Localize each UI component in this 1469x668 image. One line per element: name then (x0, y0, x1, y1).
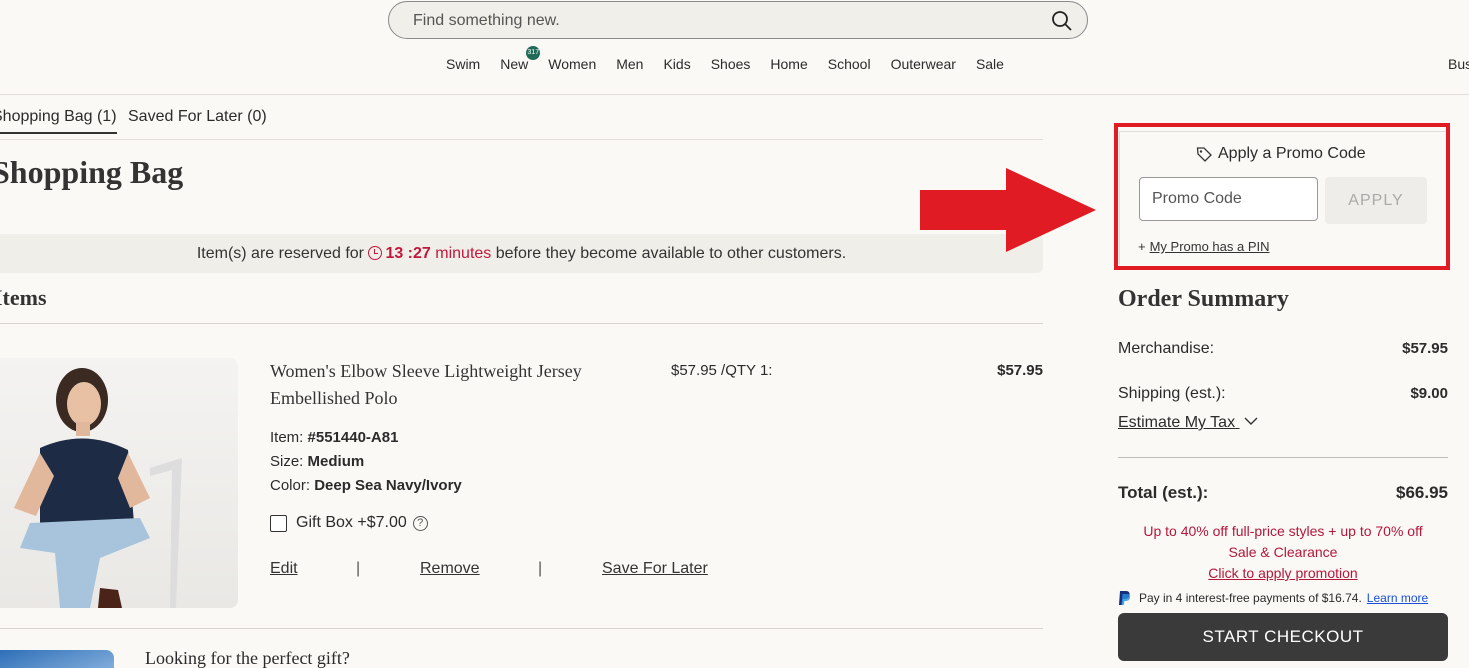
paypal-icon (1119, 591, 1131, 605)
promotion-line-2: Sale & Clearance (1228, 544, 1338, 560)
nav-sale[interactable]: Sale (976, 56, 1004, 76)
merchandise-label: Merchandise: (1118, 340, 1215, 357)
remove-link[interactable]: Remove (420, 560, 480, 578)
product-name[interactable]: Women's Elbow Sleeve Lightweight Jersey … (270, 358, 630, 412)
nav-outerwear[interactable]: Outerwear (891, 56, 956, 76)
promo-title-text: Apply a Promo Code (1218, 145, 1366, 162)
save-for-later-link[interactable]: Save For Later (602, 560, 708, 578)
reserve-suffix: before they become available to other cu… (495, 245, 847, 262)
product-color: Color: Deep Sea Navy/Ivory (270, 477, 462, 494)
reserve-time: 13 :27 (385, 245, 431, 262)
product-unit-price: $57.95 /QTY 1: (671, 362, 773, 379)
edit-link[interactable]: Edit (270, 560, 298, 578)
shipping-row: Shipping (est.): $9.00 (1118, 385, 1448, 403)
paypal-installments: Pay in 4 interest-free payments of $16.7… (1118, 590, 1428, 606)
gift-promo-title: Looking for the perfect gift? (145, 648, 350, 668)
total-row: Total (est.): $66.95 (1118, 483, 1448, 503)
paypal-text: Pay in 4 interest-free payments of $16.7… (1139, 591, 1362, 605)
tabs-divider (0, 139, 1043, 140)
promo-code-input[interactable] (1139, 177, 1318, 221)
nav-school[interactable]: School (828, 56, 871, 76)
annotation-arrow-icon (920, 168, 1096, 252)
shipping-value: $9.00 (1410, 385, 1448, 402)
start-checkout-button[interactable]: START CHECKOUT (1118, 613, 1448, 661)
reservation-banner: Item(s) are reserved for 13 :27 minutes … (0, 234, 1043, 273)
page-title: Shopping Bag (0, 154, 184, 190)
gift-box-option: Gift Box +$7.00 ? (270, 514, 428, 532)
color-value: Deep Sea Navy/Ivory (314, 477, 462, 494)
page: Swim New317 Women Men Kids Shoes Home Sc… (0, 0, 1469, 668)
header-divider (0, 94, 1469, 95)
merchandise-value: $57.95 (1402, 340, 1448, 357)
clock-icon (368, 246, 383, 260)
reserve-prefix: Item(s) are reserved for (196, 245, 364, 262)
apply-promo-button[interactable]: APPLY (1325, 177, 1427, 224)
product-image[interactable] (0, 358, 238, 608)
action-separator: | (356, 560, 361, 577)
product-line-total: $57.95 (997, 362, 1043, 379)
chevron-down-icon (1244, 417, 1258, 425)
main-nav: Swim New 317 Women Men Kids Shoes Home Sc… (446, 46, 1024, 76)
estimate-tax-label[interactable]: Estimate My Tax (1118, 414, 1235, 431)
tab-shopping-bag[interactable]: Shopping Bag (1) (0, 108, 117, 134)
color-label: Color: (270, 477, 311, 494)
item-label: Item: (270, 429, 304, 446)
search-icon[interactable] (1051, 10, 1073, 32)
promo-title: Apply a Promo Code (1196, 145, 1366, 163)
total-value: $66.95 (1396, 483, 1448, 502)
promotion-line-1: Up to 40% off full-price styles + up to … (1143, 523, 1423, 539)
help-icon[interactable]: ? (412, 515, 428, 531)
nav-women[interactable]: Women (548, 56, 596, 76)
promo-pin-link[interactable]: + My Promo has a PIN (1138, 239, 1270, 254)
items-heading: Items (0, 285, 47, 310)
summary-divider (1118, 457, 1448, 458)
search-input[interactable] (413, 10, 1013, 32)
nav-new-label: New (500, 56, 529, 72)
size-value: Medium (307, 453, 365, 470)
tag-icon (1196, 147, 1212, 162)
total-label: Total (est.): (1118, 483, 1209, 502)
order-summary-title: Order Summary (1118, 286, 1289, 312)
nav-men[interactable]: Men (616, 56, 643, 76)
paypal-learn-more-link[interactable]: Learn more (1367, 591, 1428, 605)
gift-box-checkbox[interactable] (270, 514, 287, 532)
new-count-badge: 317 (526, 46, 541, 60)
nav-new[interactable]: New 317 (500, 46, 541, 76)
gift-box-label[interactable]: Gift Box +$7.00 (296, 514, 407, 532)
nav-home[interactable]: Home (770, 56, 807, 76)
apply-promotion-link[interactable]: Click to apply promotion (1118, 563, 1448, 584)
promo-pin-text[interactable]: My Promo has a PIN (1150, 239, 1270, 254)
product-item-number: Item: #551440-A81 (270, 429, 398, 446)
tab-saved-for-later[interactable]: Saved For Later (0) (128, 108, 267, 126)
items-divider (0, 323, 1043, 324)
merchandise-row: Merchandise: $57.95 (1118, 340, 1448, 358)
plus-icon: + (1138, 239, 1146, 254)
product-size: Size: Medium (270, 453, 364, 470)
product-divider (0, 628, 1043, 629)
nav-kids[interactable]: Kids (663, 56, 690, 76)
promotion-message: Up to 40% off full-price styles + up to … (1118, 521, 1448, 584)
nav-business[interactable]: Bus (1448, 56, 1469, 72)
item-value: #551440-A81 (307, 429, 399, 446)
reserve-timer: 13 :27 minutes (368, 245, 491, 262)
nav-shoes[interactable]: Shoes (711, 56, 751, 76)
product-photo-illustration (14, 368, 182, 608)
reserve-unit: minutes (435, 245, 492, 262)
estimate-tax-toggle[interactable]: Estimate My Tax (1118, 414, 1258, 432)
shipping-label: Shipping (est.): (1118, 385, 1226, 402)
action-separator: | (538, 560, 543, 577)
size-label: Size: (270, 453, 304, 470)
nav-swim[interactable]: Swim (446, 56, 480, 76)
search-bar[interactable] (388, 1, 1088, 39)
gift-promo-image (0, 650, 114, 668)
